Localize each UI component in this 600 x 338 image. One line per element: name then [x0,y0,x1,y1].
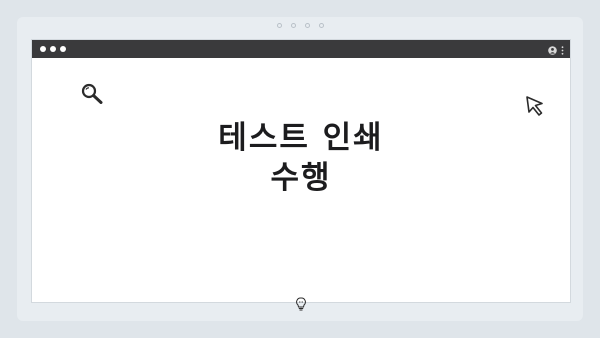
title-line-1: 테스트 인쇄 [218,120,384,156]
page-title: 테스트 인쇄 수행 [32,118,570,198]
page-dot[interactable] [318,23,324,28]
lightbulb-icon [296,296,306,315]
window-controls [40,46,66,52]
more-vertical-icon[interactable] [561,40,564,59]
maximize-dot[interactable] [60,46,66,52]
slide-content: 테스트 인쇄 수행 [32,58,570,311]
window-titlebar [32,40,570,58]
user-icon[interactable] [548,40,557,59]
browser-window: 테스트 인쇄 수행 [32,40,570,311]
search-icon [80,82,104,108]
minimize-dot[interactable] [50,46,56,52]
titlebar-actions [548,40,564,59]
page-dot[interactable] [304,23,310,28]
title-line-2: 수행 [270,160,332,196]
pagination-dots [17,23,583,28]
page-dot[interactable] [276,23,282,28]
close-dot[interactable] [40,46,46,52]
page-dot[interactable] [290,23,296,28]
